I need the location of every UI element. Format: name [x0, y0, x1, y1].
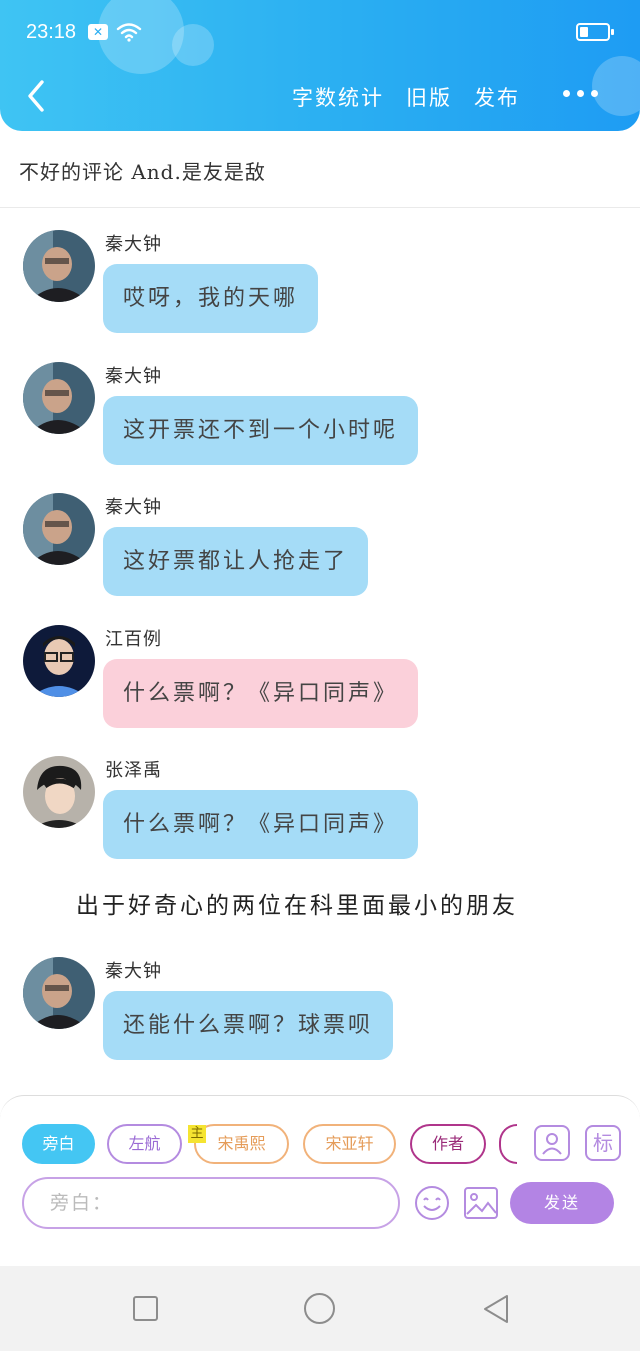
decorative-bubble: [172, 24, 214, 66]
home-button[interactable]: [304, 1293, 335, 1324]
avatar-qin-dazhong[interactable]: [23, 957, 95, 1029]
story-title-bar[interactable]: 不好的评论 And.是友是敌: [0, 140, 640, 208]
word-count-button[interactable]: 字数统计: [292, 82, 384, 112]
speaker-name: 江百例: [105, 629, 162, 650]
avatar-qin-dazhong[interactable]: [23, 230, 95, 302]
role-chip-author[interactable]: 作者: [410, 1124, 486, 1164]
header-actions: 字数统计 旧版 发布: [292, 82, 520, 112]
chat-bubble[interactable]: 这好票都让人抢走了: [103, 527, 369, 596]
speaker-name: 秦大钟: [105, 366, 162, 387]
narration-text[interactable]: 出于好奇心的两位在科里面最小的朋友: [76, 886, 518, 920]
status-time: 23:18: [26, 21, 77, 43]
avatar-qin-dazhong[interactable]: [23, 493, 95, 565]
role-chip-partial[interactable]: [499, 1124, 517, 1164]
avatar-jiang-baili[interactable]: [23, 625, 95, 697]
app-header: 23:18 ✕ 字数统计 旧版 发布: [0, 0, 640, 131]
speaker-name: 秦大钟: [105, 234, 162, 255]
speaker-name: 秦大钟: [105, 961, 162, 982]
main-character-badge: 主: [188, 1125, 206, 1143]
chat-bubble[interactable]: 这开票还不到一个小时呢: [103, 396, 419, 465]
speaker-name: 秦大钟: [105, 497, 162, 518]
character-manage-icon[interactable]: [534, 1125, 570, 1161]
role-chip-narrator[interactable]: 旁白: [22, 1124, 95, 1164]
role-chip-song-yaxuan[interactable]: 宋亚轩: [303, 1124, 396, 1164]
chat-bubble[interactable]: 什么票啊？《异口同声》: [103, 659, 419, 728]
send-button[interactable]: 发送: [510, 1182, 614, 1224]
notification-icon: ✕: [88, 24, 108, 40]
recent-apps-button[interactable]: [133, 1296, 158, 1321]
chat-bubble[interactable]: 哎呀，我的天哪: [103, 264, 319, 333]
image-upload-icon[interactable]: [463, 1186, 499, 1220]
tag-icon[interactable]: 标: [585, 1125, 621, 1161]
system-back-button[interactable]: [481, 1293, 511, 1325]
emoji-icon[interactable]: [413, 1184, 451, 1222]
speaker-name: 张泽禹: [105, 760, 162, 781]
role-chip-song-yuxi[interactable]: 宋禹熙: [194, 1124, 289, 1164]
system-navigation-bar: [0, 1266, 640, 1351]
avatar-qin-dazhong[interactable]: [23, 362, 95, 434]
battery-icon: [576, 23, 614, 41]
decorative-bubble: [592, 56, 640, 116]
more-options-button[interactable]: [563, 90, 598, 97]
old-version-button[interactable]: 旧版: [406, 82, 452, 112]
app-root: 23:18 ✕ 字数统计 旧版 发布 不好的评论 And.是友是敌 秦大钟 哎呀…: [0, 0, 640, 1351]
story-title: 不好的评论 And.是友是敌: [19, 160, 266, 184]
wifi-icon: [116, 23, 142, 42]
chat-bubble[interactable]: 还能什么票啊？球票呗: [103, 991, 394, 1060]
role-chip-zuo-hang[interactable]: 左航: [107, 1124, 182, 1164]
back-button[interactable]: [22, 78, 52, 114]
publish-button[interactable]: 发布: [474, 82, 520, 112]
message-input[interactable]: 旁白：: [22, 1177, 400, 1229]
chat-bubble[interactable]: 什么票啊？《异口同声》: [103, 790, 419, 859]
avatar-zhang-zeyu[interactable]: [23, 756, 95, 828]
